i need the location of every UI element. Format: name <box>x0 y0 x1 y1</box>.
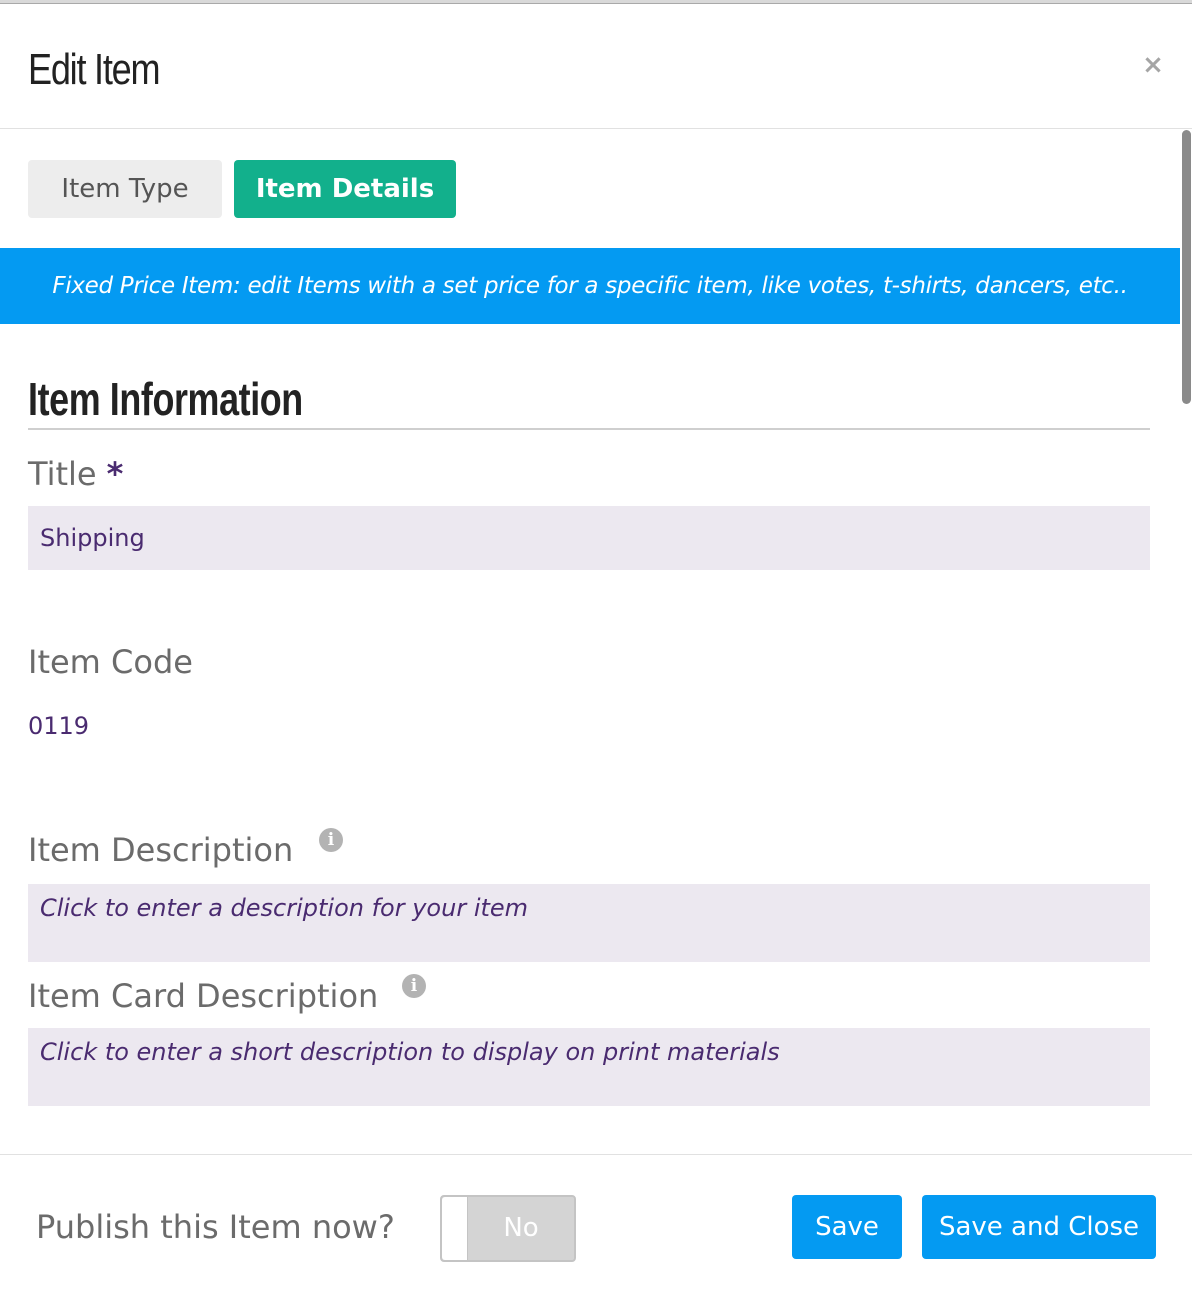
tab-item-type[interactable]: Item Type <box>28 160 222 218</box>
modal-header: Edit Item × <box>0 4 1192 129</box>
item-card-description-label: Item Card Description <box>28 977 379 1015</box>
save-button[interactable]: Save <box>792 1195 902 1259</box>
close-icon[interactable]: × <box>1140 50 1166 80</box>
section-heading: Item Information <box>28 373 303 425</box>
publish-toggle[interactable]: No <box>440 1195 576 1262</box>
save-and-close-button[interactable]: Save and Close <box>922 1195 1156 1259</box>
tab-item-details[interactable]: Item Details <box>234 160 456 218</box>
item-type-banner: Fixed Price Item: edit Items with a set … <box>0 248 1180 324</box>
modal-title: Edit Item <box>28 45 161 94</box>
item-description-label: Item Description <box>28 831 294 869</box>
item-code-value: 0119 <box>28 712 90 740</box>
info-icon[interactable]: i <box>319 828 343 852</box>
info-icon[interactable]: i <box>402 974 426 998</box>
required-marker: * <box>106 455 124 493</box>
toggle-state-label: No <box>503 1213 539 1243</box>
title-input[interactable]: Shipping <box>28 506 1150 570</box>
edit-item-modal: Edit Item × Item Type Item Details Fixed… <box>0 4 1192 1300</box>
section-divider <box>28 428 1150 430</box>
scrollbar-thumb[interactable] <box>1182 130 1191 404</box>
item-code-label: Item Code <box>28 643 193 681</box>
item-card-description-input[interactable]: Click to enter a short description to di… <box>28 1028 1150 1106</box>
publish-label: Publish this Item now? <box>36 1208 395 1246</box>
title-label: Title * <box>28 454 123 494</box>
title-label-text: Title <box>28 455 97 493</box>
modal-footer: Publish this Item now? No Save Save and … <box>0 1154 1192 1300</box>
modal-scrollbar[interactable] <box>1180 130 1192 1154</box>
item-description-input[interactable]: Click to enter a description for your it… <box>28 884 1150 962</box>
toggle-knob[interactable] <box>442 1197 468 1260</box>
